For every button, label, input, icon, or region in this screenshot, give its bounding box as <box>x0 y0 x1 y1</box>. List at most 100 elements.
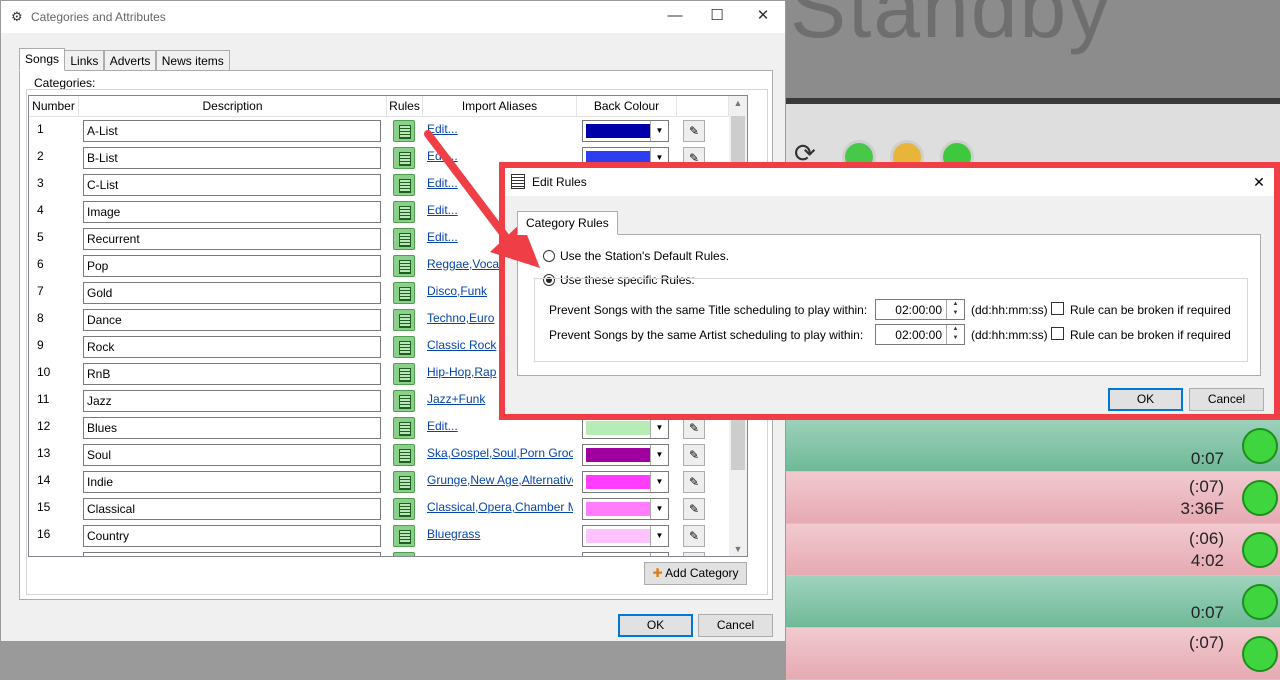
description-input[interactable]: Recurrent <box>83 228 381 250</box>
scroll-down-icon[interactable]: ▼ <box>729 544 747 554</box>
description-input[interactable]: Blues <box>83 417 381 439</box>
description-input[interactable]: Indie <box>83 471 381 493</box>
close-button[interactable]: ✕ <box>749 5 777 29</box>
rules-ok-button[interactable]: OK <box>1108 388 1183 411</box>
dialog-titlebar[interactable]: ⚙ Categories and Attributes — ☐ ✕ <box>1 1 785 33</box>
tab-news-items[interactable]: News items <box>155 50 230 71</box>
eraser-icon[interactable]: ✎ <box>683 552 705 556</box>
edit-rules-icon[interactable] <box>393 228 415 250</box>
eraser-icon[interactable]: ✎ <box>683 120 705 142</box>
edit-rules-icon[interactable] <box>393 363 415 385</box>
edit-rules-icon[interactable] <box>393 444 415 466</box>
import-aliases-link[interactable]: Ska,Gospel,Soul,Porn Groove <box>427 446 573 460</box>
chevron-down-icon[interactable]: ▼ <box>650 553 668 556</box>
tab-songs[interactable]: Songs <box>19 48 66 71</box>
import-aliases-link[interactable]: Grunge,New Age,Alternative <box>427 473 573 487</box>
edit-rules-icon[interactable] <box>393 471 415 493</box>
maximize-button[interactable]: ☐ <box>703 5 731 29</box>
import-aliases-link[interactable]: Edit... <box>427 122 573 136</box>
import-aliases-link[interactable]: Bluegrass <box>427 527 573 541</box>
title-breakable-label[interactable]: Rule can be broken if required <box>1070 303 1231 317</box>
description-input[interactable]: Image <box>83 201 381 223</box>
table-row[interactable]: 17 ▼ ✎ <box>29 550 729 556</box>
table-row[interactable]: 15 Classical Classical,Opera,Chamber Music… <box>29 496 729 523</box>
close-icon[interactable]: ✕ <box>1248 171 1270 193</box>
playlist-row[interactable]: (:06) 4:02 <box>786 524 1280 576</box>
import-aliases-link[interactable]: Edit... <box>427 419 573 433</box>
back-colour-picker[interactable]: ▼ <box>582 417 669 439</box>
description-input[interactable]: Classical <box>83 498 381 520</box>
table-row[interactable]: 13 Soul Ska,Gospel,Soul,Porn Groove ▼ ✎ <box>29 442 729 469</box>
spinner-arrows-icon[interactable]: ▲ ▼ <box>946 300 964 319</box>
description-input[interactable]: B-List <box>83 147 381 169</box>
table-row[interactable]: 1 A-List Edit... ▼ ✎ <box>29 118 729 145</box>
rules-cancel-button[interactable]: Cancel <box>1189 388 1264 411</box>
eraser-icon[interactable]: ✎ <box>683 417 705 439</box>
column-header-description[interactable]: Description <box>79 96 387 117</box>
edit-rules-icon[interactable] <box>393 498 415 520</box>
description-input[interactable]: A-List <box>83 120 381 142</box>
chevron-down-icon[interactable]: ▼ <box>650 121 668 141</box>
eraser-icon[interactable]: ✎ <box>683 498 705 520</box>
back-colour-picker[interactable]: ▼ <box>582 552 669 556</box>
edit-rules-icon[interactable] <box>393 309 415 331</box>
edit-rules-icon[interactable] <box>393 174 415 196</box>
chevron-down-icon[interactable]: ▼ <box>650 526 668 546</box>
column-header-import-aliases[interactable]: Import Aliases <box>423 96 577 117</box>
add-category-button[interactable]: ✚ Add Category <box>644 562 747 585</box>
chevron-down-icon[interactable]: ▼ <box>650 472 668 492</box>
tab-links[interactable]: Links <box>64 50 105 71</box>
eraser-icon[interactable]: ✎ <box>683 525 705 547</box>
default-rules-label[interactable]: Use the Station's Default Rules. <box>560 249 729 263</box>
description-input[interactable]: Dance <box>83 309 381 331</box>
eraser-icon[interactable]: ✎ <box>683 444 705 466</box>
edit-rules-icon[interactable] <box>393 120 415 142</box>
back-colour-picker[interactable]: ▼ <box>582 525 669 547</box>
back-colour-picker[interactable]: ▼ <box>582 444 669 466</box>
description-input[interactable]: Jazz <box>83 390 381 412</box>
edit-rules-icon[interactable] <box>393 390 415 412</box>
edit-rules-icon[interactable] <box>393 552 415 556</box>
chevron-down-icon[interactable]: ▼ <box>650 418 668 438</box>
description-input[interactable] <box>83 552 381 556</box>
table-row[interactable]: 16 Country Bluegrass ▼ ✎ <box>29 523 729 550</box>
edit-rules-icon[interactable] <box>393 147 415 169</box>
back-colour-picker[interactable]: ▼ <box>582 120 669 142</box>
artist-breakable-checkbox[interactable] <box>1051 327 1064 340</box>
artist-breakable-label[interactable]: Rule can be broken if required <box>1070 328 1231 342</box>
title-breakable-checkbox[interactable] <box>1051 302 1064 315</box>
playlist-row[interactable]: (:07) 3:36F <box>786 472 1280 524</box>
spinner-arrows-icon[interactable]: ▲ ▼ <box>946 325 964 344</box>
ok-button[interactable]: OK <box>618 614 693 637</box>
edit-rules-icon[interactable] <box>393 255 415 277</box>
description-input[interactable]: RnB <box>83 363 381 385</box>
description-input[interactable]: Pop <box>83 255 381 277</box>
default-rules-radio[interactable] <box>543 250 555 262</box>
edit-rules-icon[interactable] <box>393 282 415 304</box>
playlist-row[interactable]: 0:07 <box>786 416 1280 472</box>
import-aliases-link[interactable]: Edit... <box>427 149 573 163</box>
import-aliases-link[interactable]: Classical,Opera,Chamber Music <box>427 500 573 514</box>
column-header-rules[interactable]: Rules <box>387 96 423 117</box>
edit-rules-icon[interactable] <box>393 336 415 358</box>
description-input[interactable]: C-List <box>83 174 381 196</box>
chevron-down-icon[interactable]: ▼ <box>650 499 668 519</box>
playlist-row[interactable]: (:07) <box>786 628 1280 680</box>
column-header-number[interactable]: Number <box>29 96 79 117</box>
minimize-button[interactable]: — <box>661 5 689 29</box>
edit-rules-icon[interactable] <box>393 201 415 223</box>
eraser-icon[interactable]: ✎ <box>683 471 705 493</box>
cancel-button[interactable]: Cancel <box>698 614 773 637</box>
description-input[interactable]: Soul <box>83 444 381 466</box>
playlist-row[interactable]: 0:07 <box>786 576 1280 628</box>
back-colour-picker[interactable]: ▼ <box>582 471 669 493</box>
edit-rules-icon[interactable] <box>393 417 415 439</box>
tab-adverts[interactable]: Adverts <box>103 50 157 71</box>
title-interval-field[interactable]: 02:00:00 ▲ ▼ <box>875 299 965 320</box>
edit-rules-icon[interactable] <box>393 525 415 547</box>
tab-category-rules[interactable]: Category Rules <box>517 211 618 235</box>
rules-titlebar[interactable]: Edit Rules ✕ <box>505 168 1274 196</box>
description-input[interactable]: Gold <box>83 282 381 304</box>
chevron-down-icon[interactable]: ▼ <box>650 445 668 465</box>
description-input[interactable]: Rock <box>83 336 381 358</box>
